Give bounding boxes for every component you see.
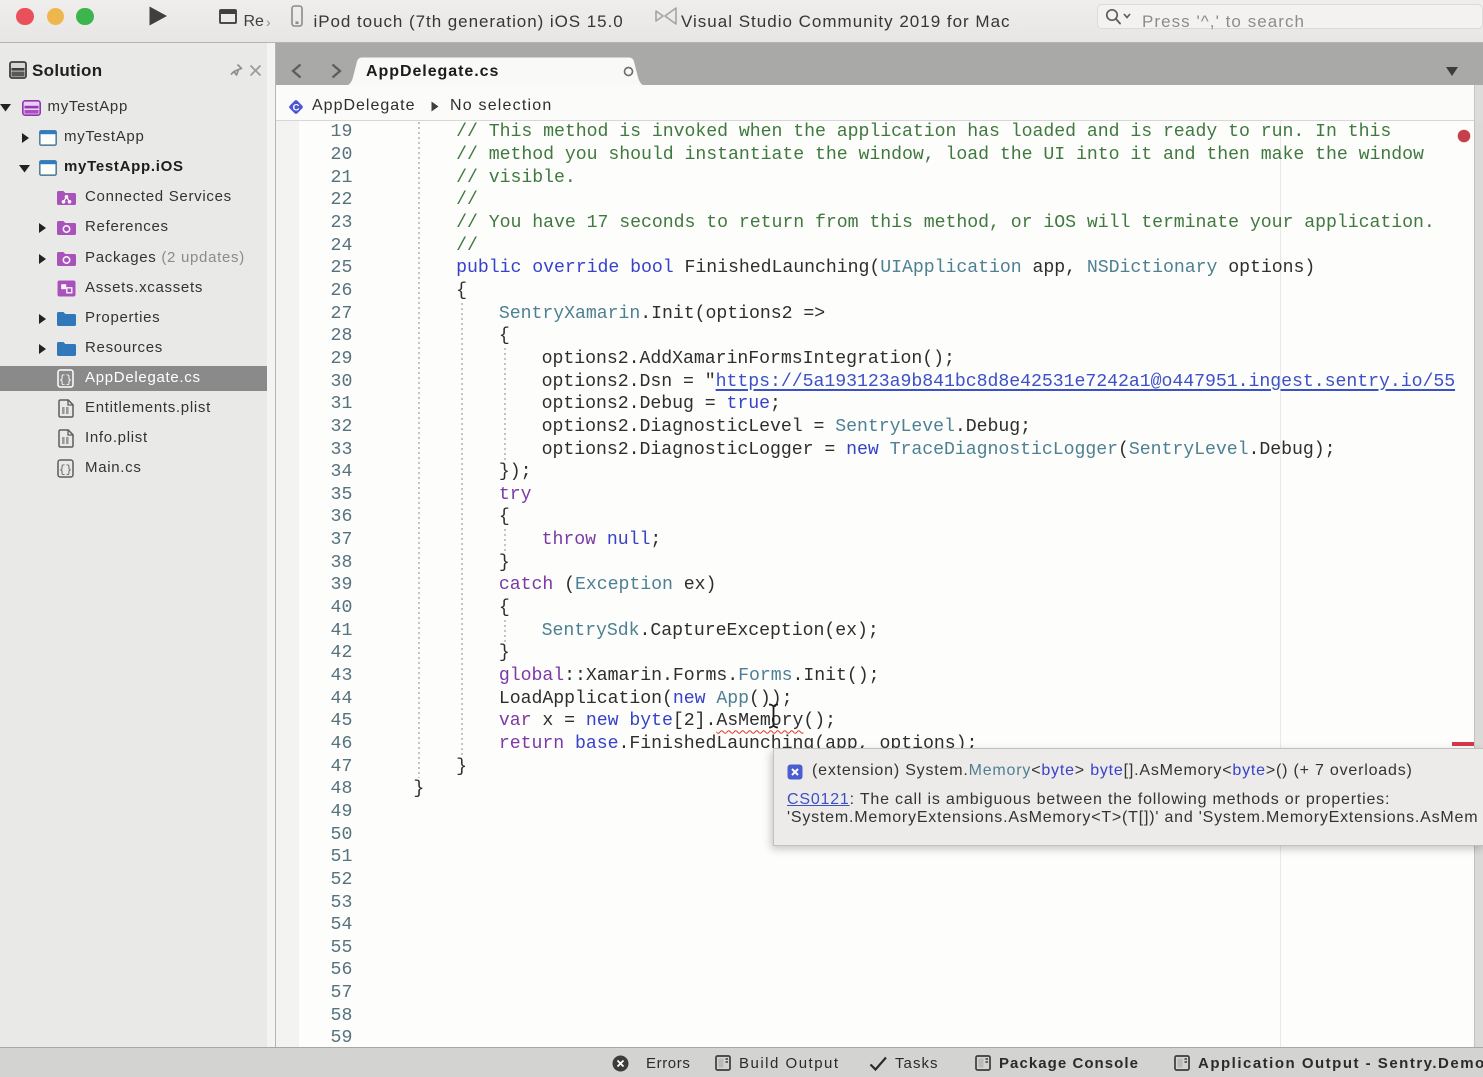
svg-text:{}: {}: [59, 374, 72, 386]
svg-text:C: C: [293, 103, 300, 114]
svg-text:{}: {}: [59, 465, 72, 477]
